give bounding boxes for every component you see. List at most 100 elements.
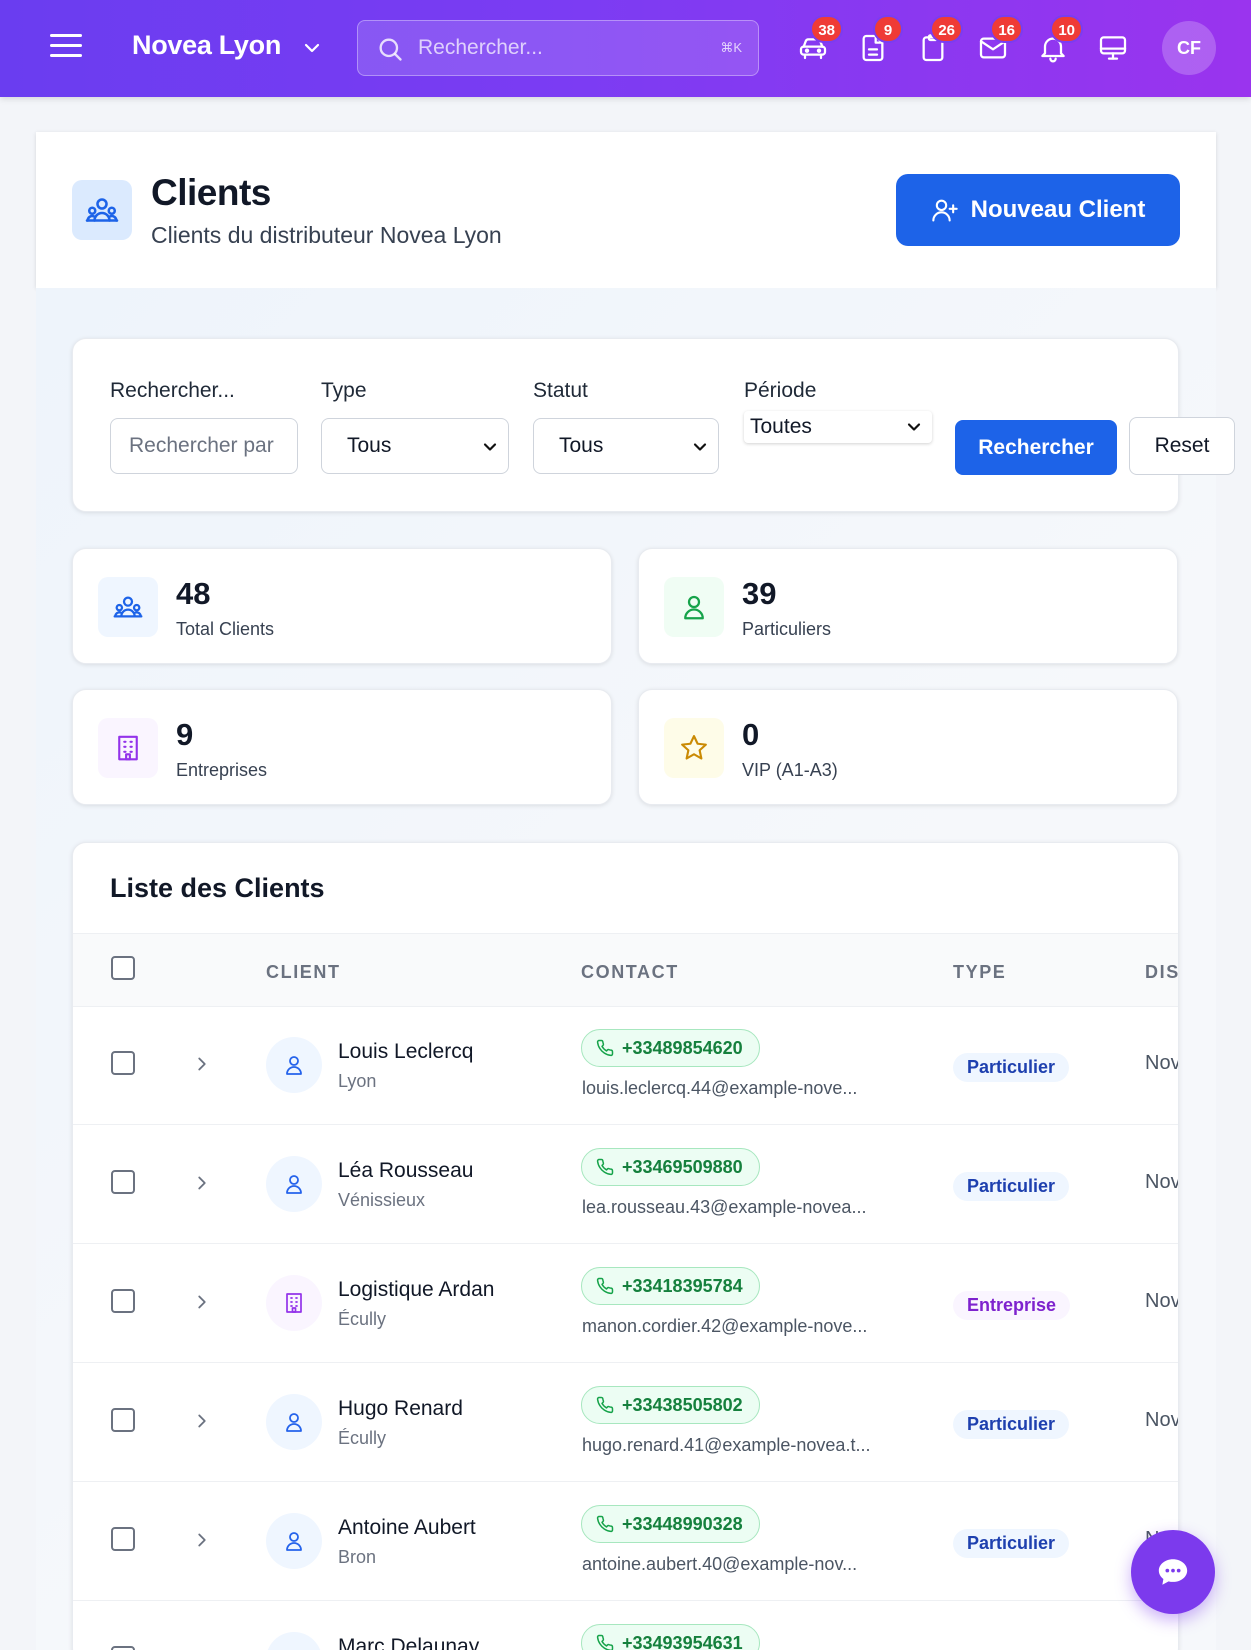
chat-button[interactable] <box>1131 1530 1215 1614</box>
column-header-distributor[interactable]: DIS <box>1145 962 1178 983</box>
phone-icon <box>596 1515 614 1533</box>
top-navbar: Novea Lyon ⌘K 38 9 26 16 10 CF <box>0 0 1251 97</box>
search-button[interactable]: Rechercher <box>955 420 1117 475</box>
stat-card-total: 48 Total Clients <box>72 548 612 664</box>
star-icon <box>664 718 724 778</box>
type-badge: Particulier <box>953 1529 1070 1558</box>
client-name[interactable]: Antoine Aubert <box>338 1516 476 1540</box>
users-icon <box>72 180 132 240</box>
period-filter-label: Période <box>744 379 817 402</box>
chevron-right-icon[interactable] <box>191 1172 213 1194</box>
client-name[interactable]: Louis Leclercq <box>338 1040 473 1064</box>
table-row[interactable]: Hugo Renard Écully +33438505802 hugo.ren… <box>73 1364 1178 1482</box>
user-icon <box>266 1394 322 1450</box>
client-name[interactable]: Léa Rousseau <box>338 1159 473 1183</box>
table-row[interactable]: Marc Delaunay +33493954631 <box>73 1602 1178 1650</box>
phone-number: +33493954631 <box>622 1632 743 1650</box>
column-header-client[interactable]: CLIENT <box>266 962 341 983</box>
phone-number: +33469509880 <box>622 1156 743 1177</box>
bell-badge: 10 <box>1050 15 1083 43</box>
user-icon <box>266 1156 322 1212</box>
user-plus-icon <box>931 199 958 222</box>
user-icon <box>664 577 724 637</box>
stat-value: 39 <box>742 576 777 611</box>
table-row[interactable]: Logistique Ardan Écully +33418395784 man… <box>73 1245 1179 1363</box>
global-search-input[interactable] <box>418 31 688 65</box>
row-checkbox[interactable] <box>111 1051 135 1075</box>
stat-label: Total Clients <box>176 619 275 639</box>
car-icon[interactable]: 38 <box>797 15 843 64</box>
clients-table-card: Liste des Clients CLIENT CONTACT TYPE DI… <box>72 842 1179 1650</box>
bell-icon[interactable]: 10 <box>1037 15 1083 64</box>
column-header-contact[interactable]: CONTACT <box>581 962 679 983</box>
row-checkbox[interactable] <box>111 1527 135 1551</box>
row-checkbox[interactable] <box>111 1170 135 1194</box>
phone-number: +33418395784 <box>622 1275 743 1296</box>
type-select-value: Tous <box>347 434 392 457</box>
phone-icon <box>596 1634 614 1650</box>
users-icon <box>98 577 158 637</box>
chevron-right-icon[interactable] <box>191 1053 213 1075</box>
client-email[interactable]: lea.rousseau.43@example-novea... <box>582 1197 892 1218</box>
distributor-cell: Nov <box>1145 1171 1179 1193</box>
phone-link[interactable]: +33418395784 <box>581 1267 760 1305</box>
row-checkbox[interactable] <box>111 1289 135 1313</box>
filter-panel: Rechercher... Type Tous Statut Tous Péri… <box>72 338 1235 512</box>
column-header-type[interactable]: TYPE <box>953 962 1006 983</box>
phone-icon <box>596 1396 614 1414</box>
chevron-right-icon[interactable] <box>191 1529 213 1551</box>
stat-card-vip: 0 VIP (A1-A3) <box>638 689 1178 805</box>
table-row[interactable]: Léa Rousseau Vénissieux +33469509880 lea… <box>73 1126 1179 1244</box>
clipboard-icon[interactable]: 26 <box>917 15 963 64</box>
stat-label: Entreprises <box>176 760 268 780</box>
client-name[interactable]: Logistique Ardan <box>338 1278 494 1302</box>
client-name[interactable]: Hugo Renard <box>338 1397 463 1421</box>
table-row[interactable]: Louis Leclercq Lyon +33489854620 louis.l… <box>73 1007 1179 1125</box>
user-icon <box>266 1632 322 1650</box>
phone-link[interactable]: +33493954631 <box>581 1624 760 1650</box>
chevron-down-icon[interactable] <box>300 36 324 60</box>
type-badge: Particulier <box>953 1410 1070 1439</box>
client-search-input[interactable] <box>110 418 298 474</box>
chevron-down-icon <box>907 423 921 431</box>
status-select[interactable]: Tous <box>533 418 719 474</box>
mail-icon[interactable]: 16 <box>977 15 1023 64</box>
phone-link[interactable]: +33469509880 <box>581 1148 760 1186</box>
client-email[interactable]: hugo.renard.41@example-novea.t... <box>582 1435 892 1456</box>
table-row[interactable]: Antoine Aubert Bron +33448990328 antoine… <box>73 1483 1178 1601</box>
client-email[interactable]: antoine.aubert.40@example-nov... <box>582 1554 892 1575</box>
phone-link[interactable]: +33448990328 <box>581 1505 760 1543</box>
table-title: Liste des Clients <box>110 873 325 903</box>
client-email[interactable]: manon.cordier.42@example-nove... <box>582 1316 892 1337</box>
stat-label: Particuliers <box>742 619 832 639</box>
client-email[interactable]: louis.leclercq.44@example-nove... <box>582 1078 892 1099</box>
stat-value: 48 <box>176 576 211 611</box>
phone-link[interactable]: +33438505802 <box>581 1386 760 1424</box>
hamburger-menu-icon[interactable] <box>50 34 82 62</box>
new-client-label: Nouveau Client <box>970 196 1146 223</box>
user-avatar[interactable]: CF <box>1162 21 1216 75</box>
phone-link[interactable]: +33489854620 <box>581 1029 760 1067</box>
global-search: ⌘K <box>357 20 759 76</box>
clipboard-badge: 26 <box>930 15 963 43</box>
chevron-right-icon[interactable] <box>191 1410 213 1432</box>
document-icon[interactable]: 9 <box>857 15 903 64</box>
row-checkbox[interactable] <box>111 1646 135 1650</box>
period-select[interactable]: Toutes <box>744 411 932 443</box>
client-name[interactable]: Marc Delaunay <box>338 1635 479 1650</box>
brand-name[interactable]: Novea Lyon <box>132 30 281 61</box>
page-header: Clients Clients du distributeur Novea Ly… <box>36 132 1216 288</box>
select-all-checkbox[interactable] <box>111 956 135 980</box>
new-client-button[interactable]: Nouveau Client <box>896 174 1180 246</box>
distributor-cell: Nov <box>1145 1290 1179 1312</box>
monitor-icon[interactable] <box>1097 32 1129 64</box>
type-select[interactable]: Tous <box>321 418 509 474</box>
distributor-cell: Nov <box>1145 1052 1179 1074</box>
row-checkbox[interactable] <box>111 1408 135 1432</box>
car-badge: 38 <box>810 15 843 43</box>
reset-button[interactable]: Reset <box>1129 417 1235 475</box>
type-badge: Particulier <box>953 1053 1070 1082</box>
search-filter-label: Rechercher... <box>110 379 235 402</box>
phone-icon <box>596 1158 614 1176</box>
chevron-right-icon[interactable] <box>191 1291 213 1313</box>
